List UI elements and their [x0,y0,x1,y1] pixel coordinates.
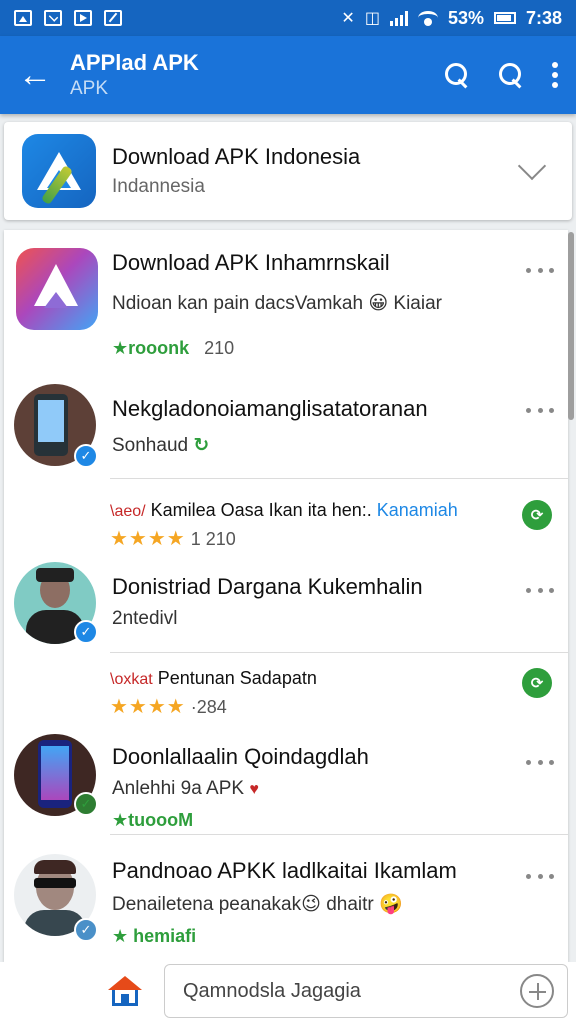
search-icon[interactable] [444,62,470,88]
scrollbar[interactable] [568,232,574,420]
header-card-title: Download APK Indonesia [112,144,361,169]
item-title: Donistriad Dargana Kukemhalin [112,574,423,599]
overflow-menu-icon[interactable] [552,62,558,88]
divider [110,834,568,835]
wifi-icon [417,11,438,26]
heart-icon: ♥ [249,781,259,798]
more-icon[interactable] [526,268,554,274]
item-text: \oxkat Pentunan Sadapatn [110,668,317,688]
back-arrow-icon[interactable]: ← [0,36,70,114]
mail-icon [44,10,62,26]
list-item[interactable]: \aeo/ Kamilea Oasa Ikan ita hen:. Kanami… [4,480,568,552]
mute-icon: ✕ [341,10,355,27]
item-meta: ★rooonk 210 [112,338,235,358]
edit-icon [104,10,122,26]
item-title: Pandnoao APKK ladlkaitai Ikamlam [112,858,457,883]
more-icon[interactable] [526,760,554,766]
item-text: \aeo/ Kamilea Oasa Ikan ita hen:. Kanami… [110,500,458,520]
signal-icon [389,10,408,26]
item-meta: ★tuoooM [112,810,194,830]
list-item[interactable]: ✓ Donistriad Dargana Kukemhalin 2ntedivl [4,552,568,652]
bottom-bar: Qamnodsla Jagagia [0,962,576,1024]
item-subtitle: 2ntedivl [112,608,178,629]
item-subtitle: Sonhaud ↻ [112,435,210,456]
app-icon [16,248,98,330]
list-item[interactable]: ✓ Pandnoao APKK ladlkaitai Ikamlam Denai… [4,836,568,962]
verified-icon: ✓ [74,792,98,816]
item-meta: ★ hemiafi [112,926,197,946]
list-item[interactable]: \oxkat Pentunan Sadapatn ★★★★ ·284 ⟳ [4,654,568,722]
clock: 7:38 [525,7,562,28]
list-item[interactable]: ✓ Nekgladonoiamanglisatatoranan Sonhaud … [4,370,568,480]
more-icon[interactable] [526,874,554,880]
refresh-icon: ↻ [193,435,210,456]
item-subtitle: Anlehhi 9a APK ♥ [112,778,259,799]
item-rating: ★★★★ ·284 [110,696,227,718]
action-icon[interactable]: ⟳ [522,668,552,698]
action-icon[interactable]: ⟳ [522,500,552,530]
verified-icon: ✓ [74,918,98,942]
app-bar-subtitle: APK [70,78,109,99]
item-rating: ★★★★ 1 210 [110,528,236,550]
header-card[interactable]: Download APK Indonesia Indannesia [4,122,572,220]
list-item[interactable]: ✓ Doonlallaalin Qoindagdlah Anlehhi 9a A… [4,722,568,834]
home-icon[interactable] [108,976,142,1008]
search-icon-2[interactable] [498,62,524,88]
divider [110,478,568,479]
divider [110,652,568,653]
chevron-down-icon[interactable] [517,151,547,181]
verified-icon: ✓ [74,620,98,644]
search-placeholder: Qamnodsla Jagagia [183,979,361,1002]
item-title: Nekgladonoiamanglisatatoranan [112,396,428,421]
item-title: Download APK Inhamrnskail [112,250,390,275]
app-bar-title: APPlad APK [70,50,199,75]
item-title: Doonlallaalin Qoindagdlah [112,744,369,769]
app-icon [22,134,96,208]
results-list: Download APK Inhamrnskail Ndioan kan pai… [4,230,568,962]
battery-icon [493,12,516,24]
picture-icon [14,10,32,26]
add-icon[interactable] [520,974,554,1008]
list-item[interactable]: Download APK Inhamrnskail Ndioan kan pai… [4,230,568,370]
more-icon[interactable] [526,588,554,594]
item-subtitle: Ndioan kan pain dacsVamkah 😀 Kiaiar [112,293,442,314]
header-card-subtitle: Indannesia [112,176,205,197]
status-bar: ✕ ◫ 53% 7:38 [0,0,576,36]
item-subtitle: Denailetena peanakak😉 dhaitr 🤪 [112,894,403,915]
battery-percent: 53% [447,7,484,28]
more-icon[interactable] [526,408,554,414]
app-bar: ← APPlad APK APK [0,36,576,114]
search-input[interactable]: Qamnodsla Jagagia [164,964,568,1018]
vibrate-icon: ◫ [364,10,380,27]
play-icon [74,10,92,26]
verified-icon: ✓ [74,444,98,468]
